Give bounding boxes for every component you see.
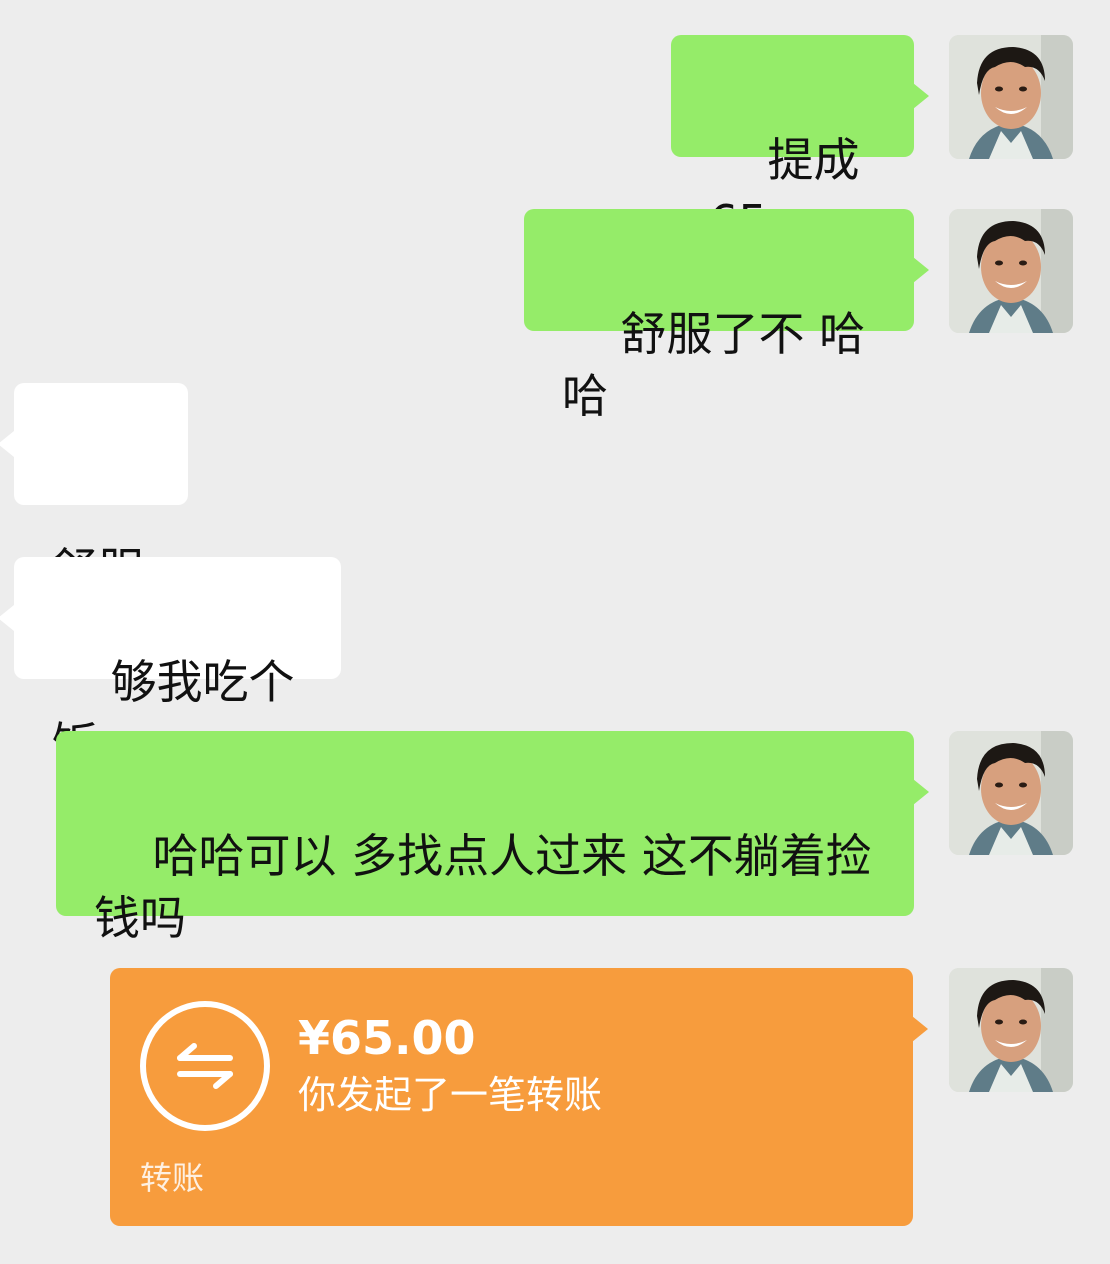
transfer-description: 你发起了一笔转账 <box>298 1073 603 1117</box>
message-bubble[interactable]: 舒服了不 哈哈 <box>524 209 914 423</box>
bubble-tail <box>913 83 929 109</box>
avatar-image <box>949 968 1073 1092</box>
avatar[interactable] <box>949 209 1073 333</box>
avatar[interactable] <box>949 731 1073 855</box>
bubble-tail <box>913 257 929 283</box>
avatar[interactable] <box>949 35 1073 159</box>
message-bubble[interactable]: 哈哈可以 多找点人过来 这不躺着捡 钱吗 <box>56 731 914 945</box>
transfer-card[interactable]: ¥65.00 你发起了一笔转账 转账 <box>110 968 913 1226</box>
bubble-tail <box>0 431 14 457</box>
transfer-amount: ¥65.00 <box>298 1011 476 1065</box>
bubble-tail <box>0 605 14 631</box>
message-text: 哈哈可以 多找点人过来 这不躺着捡 钱吗 <box>94 829 872 945</box>
transfer-label: 转账 <box>140 1159 205 1197</box>
avatar-image <box>949 35 1073 159</box>
divider <box>110 1142 913 1143</box>
message-text: 舒服了不 哈哈 <box>562 307 866 423</box>
transfer-arrows-icon <box>140 1001 270 1131</box>
bubble-tail <box>912 1016 928 1042</box>
avatar[interactable] <box>949 968 1073 1092</box>
message-bubble[interactable]: 舒服 <box>14 383 188 597</box>
avatar-image <box>949 209 1073 333</box>
bubble-tail <box>913 779 929 805</box>
message-bubble[interactable]: 够我吃个饭 <box>14 557 341 771</box>
message-bubble[interactable]: 提成65 <box>671 35 914 249</box>
avatar-image <box>949 731 1073 855</box>
